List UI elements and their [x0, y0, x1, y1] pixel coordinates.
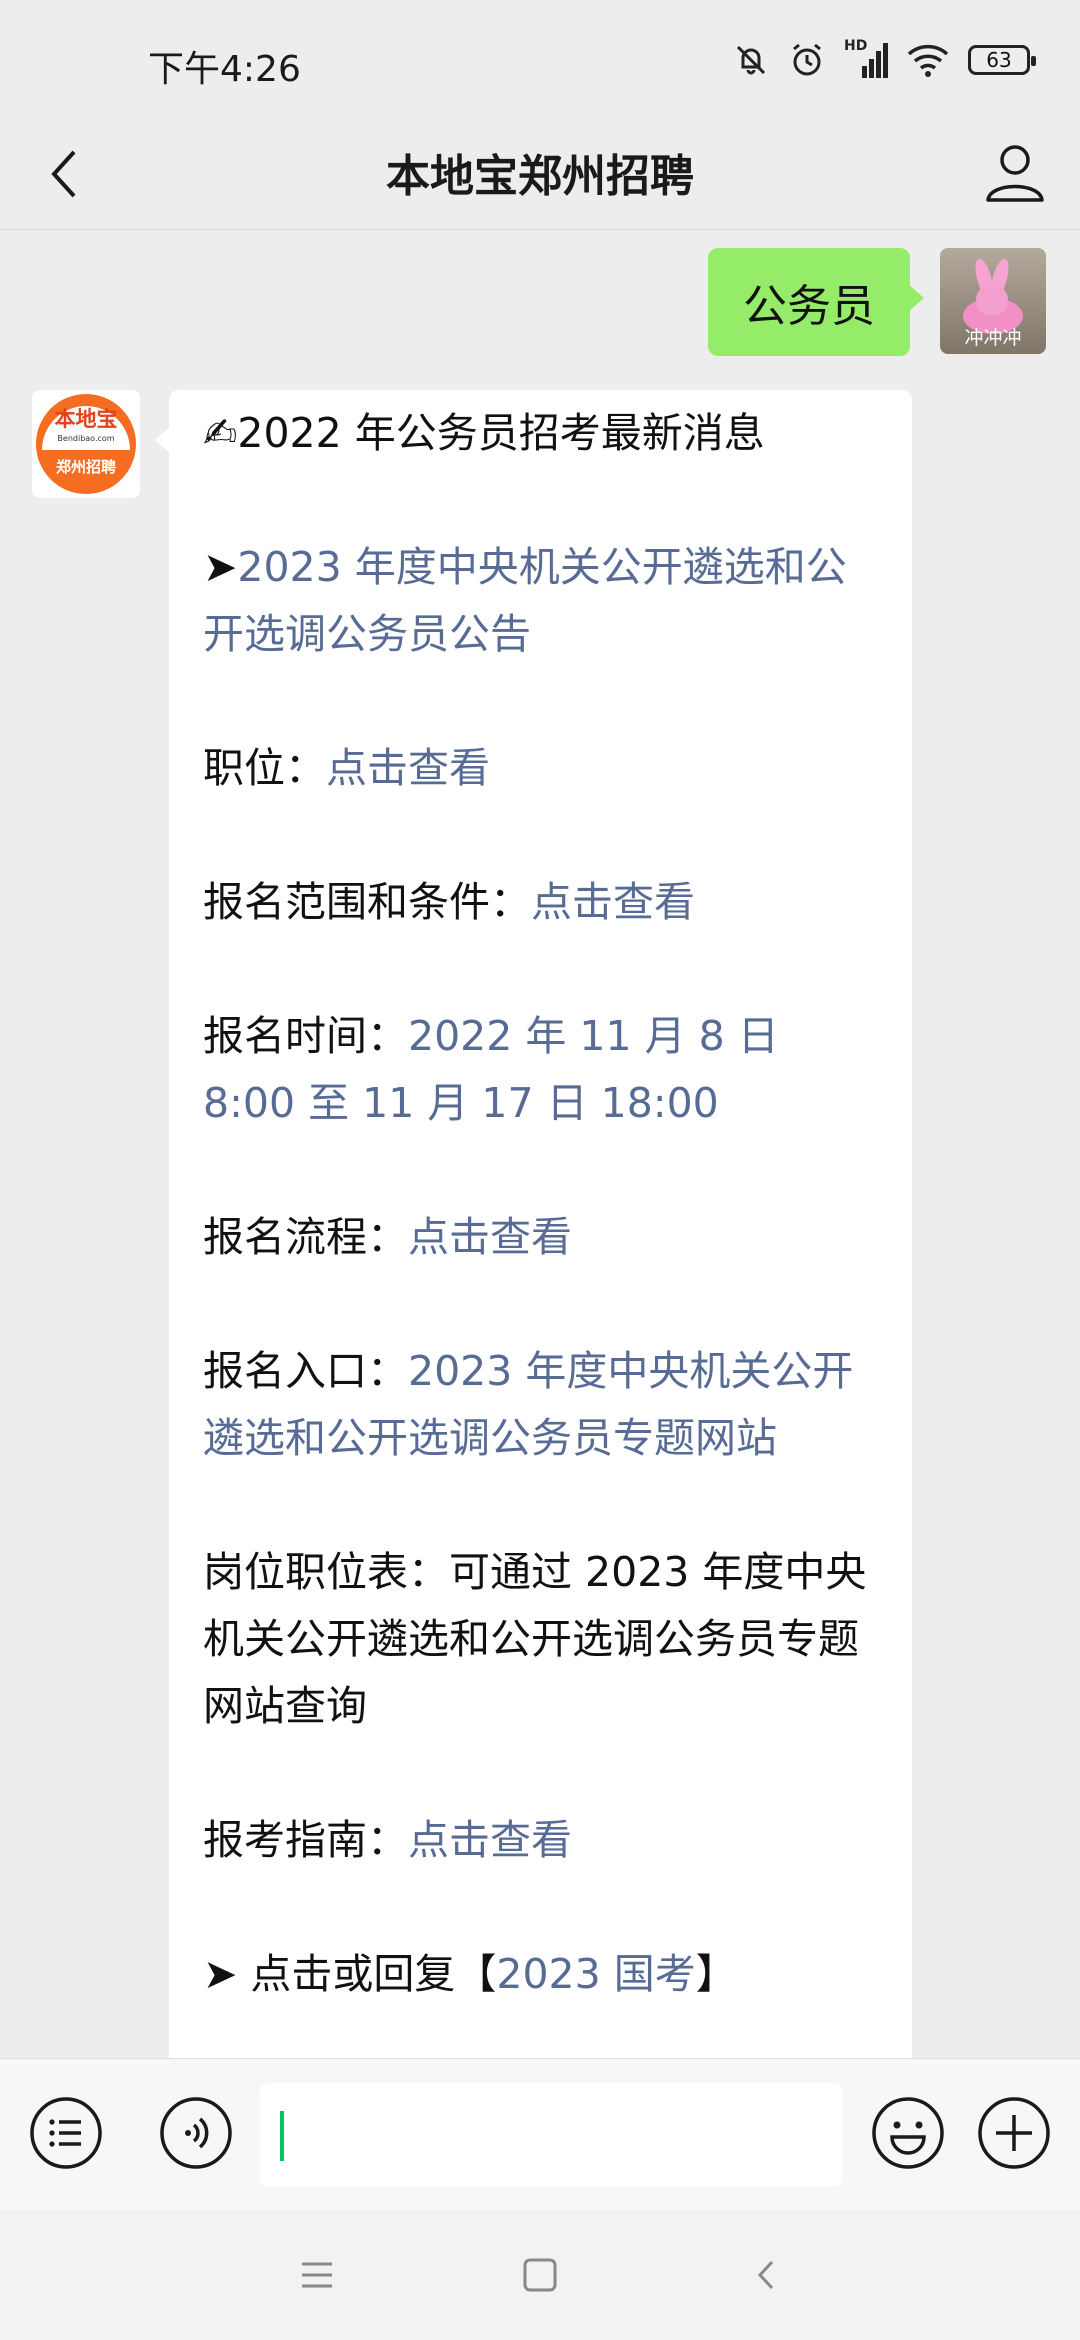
position-link[interactable]: 点击查看: [326, 744, 490, 792]
guide-label: 报考指南：: [203, 1816, 408, 1864]
profile-icon[interactable]: [976, 134, 1054, 212]
notice-line: ➤2023 年度中央机关公开遴选和公开选调公务员公告: [203, 534, 878, 668]
notice-prefix: ➤: [203, 543, 238, 591]
position-label: 职位：: [203, 744, 326, 792]
official-account-avatar[interactable]: 本地宝 Bendibao.com 郑州招聘: [32, 390, 140, 498]
entry-line: 报名入口：2023 年度中央机关公开遴选和公开选调公务员专题网站: [203, 1338, 878, 1472]
process-line: 报名流程：点击查看: [203, 1204, 878, 1271]
user-avatar-label: 冲冲冲: [964, 327, 1022, 349]
alarm-icon: [793, 43, 821, 76]
chat-title: 本地宝郑州招聘: [386, 151, 694, 202]
menu-list-icon[interactable]: [28, 2095, 104, 2171]
add-icon[interactable]: [976, 2095, 1052, 2171]
reply-link[interactable]: 2023 国考: [496, 1950, 695, 1998]
sent-message-bubble[interactable]: 公务员: [708, 248, 924, 356]
user-avatar[interactable]: 冲冲冲: [940, 248, 1046, 354]
scope-line: 报名范围和条件：点击查看: [203, 869, 878, 936]
scope-link[interactable]: 点击查看: [531, 878, 695, 926]
position-line: 职位：点击查看: [203, 735, 878, 802]
status-icons: HD 63: [732, 38, 1036, 82]
notice-link[interactable]: 2023 年度中央机关公开遴选和公开选调公务员公告: [203, 543, 847, 658]
status-bar: 下午4:26 HD 63: [0, 0, 1080, 120]
time-label: 报名时间：: [203, 1012, 408, 1060]
recent-apps-icon[interactable]: [292, 2250, 342, 2300]
reply-line: ➤ 点击或回复【2023 国考】: [203, 1941, 878, 2008]
avatar-sub: 郑州招聘: [56, 458, 116, 476]
mute-bell-icon: [736, 45, 766, 75]
nav-bar: 本地宝郑州招聘: [0, 120, 1080, 230]
text-caret: [280, 2111, 284, 2161]
guide-line: 报考指南：点击查看: [203, 1807, 878, 1874]
process-link[interactable]: 点击查看: [408, 1213, 572, 1261]
input-bar: [0, 2058, 1080, 2211]
chat-area[interactable]: 公务员 冲冲冲 本地宝 Bendibao.com 郑州招聘 ✍2022 年公务员…: [0, 230, 1080, 2058]
system-nav-bar: [0, 2210, 1080, 2340]
entry-label: 报名入口：: [203, 1347, 408, 1395]
avatar-domain: Bendibao.com: [57, 434, 114, 443]
reply-prefix: ➤ 点击或回复【: [203, 1950, 497, 1998]
message-headline: ✍2022 年公务员招考最新消息: [203, 409, 765, 457]
system-back-icon[interactable]: [742, 2250, 792, 2300]
battery-icon: 63: [968, 45, 1036, 75]
signal-icon: HD: [844, 38, 888, 80]
battery-level: 63: [986, 48, 1012, 72]
home-icon[interactable]: [515, 2250, 565, 2300]
scope-label: 报名范围和条件：: [203, 878, 531, 926]
status-time: 下午4:26: [148, 49, 301, 90]
time-line: 报名时间：2022 年 11 月 8 日 8:00 至 11 月 17 日 18…: [203, 1003, 878, 1137]
emoji-icon[interactable]: [870, 2095, 946, 2171]
avatar-brand: 本地宝: [55, 407, 118, 431]
message-input[interactable]: [260, 2083, 842, 2187]
received-message-bubble: ✍2022 年公务员招考最新消息 ➤2023 年度中央机关公开遴选和公开选调公务…: [155, 390, 912, 2058]
process-label: 报名流程：: [203, 1213, 408, 1261]
guide-link[interactable]: 点击查看: [408, 1816, 572, 1864]
position-table-line: 岗位职位表：可通过 2023 年度中央机关公开遴选和公开选调公务员专题网站查询: [203, 1548, 867, 1730]
voice-icon[interactable]: [158, 2095, 234, 2171]
reply-suffix: 】: [695, 1950, 737, 1998]
wifi-icon: [907, 44, 949, 77]
